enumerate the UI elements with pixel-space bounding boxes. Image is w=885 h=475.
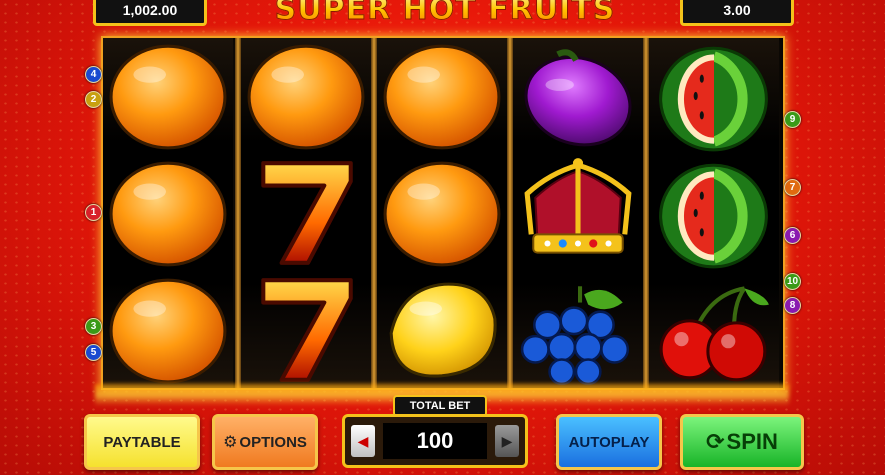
game-logo: SUPER HOT FRUITS [230, 0, 660, 28]
crown-symbol [513, 155, 643, 271]
balance-display: 1,002.00 [93, 0, 207, 26]
orange-symbol [103, 38, 233, 154]
orange-symbol [103, 272, 233, 388]
spin-button[interactable]: ⟳ SPIN [680, 414, 804, 470]
payline-7-indicator[interactable]: 7 [784, 179, 801, 196]
watermelon-symbol [649, 38, 779, 154]
paytable-label: PAYTABLE [103, 433, 181, 451]
payline-6-indicator[interactable]: 6 [784, 227, 801, 244]
payline-5-indicator[interactable]: 5 [85, 344, 102, 361]
gear-icon: ⚙ [223, 434, 238, 451]
triangle-right-icon: ▶ [501, 432, 513, 449]
total-bet-selector: ◀ 100 ▶ [342, 414, 528, 468]
autoplay-button[interactable]: AUTOPLAY [556, 414, 662, 470]
payline-3-indicator[interactable]: 3 [85, 318, 102, 335]
grapes-symbol [513, 272, 643, 388]
orange-symbol [241, 38, 371, 154]
last-win-display: 3.00 [680, 0, 794, 26]
orange-symbol [103, 155, 233, 271]
autoplay-label: AUTOPLAY [568, 433, 650, 451]
options-label: OPTIONS [239, 433, 307, 451]
paytable-button[interactable]: PAYTABLE [84, 414, 200, 470]
seven-symbol [241, 272, 371, 388]
payline-10-indicator[interactable]: 10 [784, 273, 801, 290]
bet-increase-button[interactable]: ▶ [495, 425, 519, 457]
spin-label: SPIN [726, 429, 778, 454]
lemon-symbol [377, 272, 507, 388]
payline-2-indicator[interactable]: 2 [85, 91, 102, 108]
total-bet-value: 100 [383, 423, 487, 459]
reels-area [101, 36, 785, 390]
orange-symbol [377, 38, 507, 154]
refresh-arrows-icon: ⟳ [706, 429, 725, 454]
payline-1-indicator[interactable]: 1 [85, 204, 102, 221]
bet-decrease-button[interactable]: ◀ [351, 425, 375, 457]
seven-symbol [241, 155, 371, 271]
orange-symbol [377, 155, 507, 271]
cherries-symbol [649, 272, 779, 388]
plum-symbol [513, 38, 643, 154]
game-title: SUPER HOT FRUITS [274, 0, 616, 27]
payline-4-indicator[interactable]: 4 [85, 66, 102, 83]
payline-9-indicator[interactable]: 9 [784, 111, 801, 128]
options-button[interactable]: ⚙ OPTIONS [212, 414, 318, 470]
triangle-left-icon: ◀ [357, 432, 369, 449]
payline-8-indicator[interactable]: 8 [784, 297, 801, 314]
watermelon-symbol [649, 155, 779, 271]
